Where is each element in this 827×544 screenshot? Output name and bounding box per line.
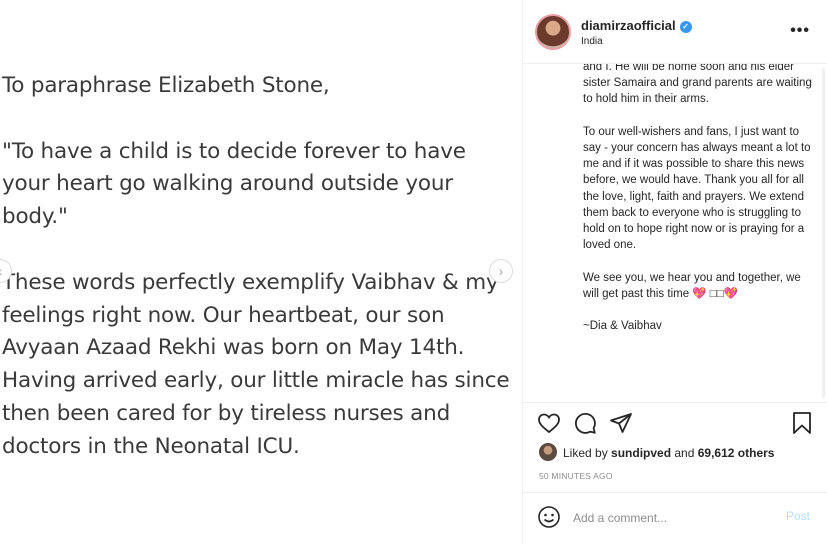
post-timestamp[interactable]: 50 MINUTES AGO [539,471,613,481]
username-text: diamirzaofficial [581,18,676,33]
chevron-left-icon: ‹ [0,264,2,278]
liker-username-link[interactable]: sundipved [611,446,671,460]
caption-scrollbar[interactable] [822,68,825,398]
comment-icon[interactable] [573,411,597,435]
more-options-icon[interactable]: ••• [790,22,810,40]
caption-area: and I. He will be home soon and his elde… [583,64,819,402]
post-comment-button[interactable]: Post [786,509,810,523]
likes-summary: Liked by sundipved and 69,612 others [563,446,774,460]
location-link[interactable]: India [581,36,603,47]
verified-badge-icon: ✓ [679,21,692,33]
bookmark-icon[interactable] [790,411,814,435]
post-text-paragraph: "To have a child is to decide forever to… [2,138,466,230]
likes-count-link[interactable]: 69,612 others [698,446,775,460]
avatar[interactable] [535,14,571,50]
post-image: To paraphrase Elizabeth Stone, "To have … [0,0,522,544]
post-sidebar: diamirzaofficial ✓ India ••• and I. He wi… [522,0,827,544]
chevron-right-icon: › [498,263,504,279]
post-header: diamirzaofficial ✓ India ••• [523,0,827,64]
liked-by-prefix: Liked by [563,446,612,460]
caption-paragraph: We see you, we hear you and together, we… [583,271,801,300]
liked-by-and: and [671,446,698,460]
next-image-button[interactable]: › [489,259,513,283]
post-image-text: To paraphrase Elizabeth Stone, "To have … [2,70,514,464]
caption-paragraph: and I. He will be home soon and his elde… [583,64,812,106]
liker-avatar[interactable] [539,443,557,461]
comment-bar: Post [523,492,827,544]
heart-icon[interactable] [537,411,561,435]
username-link[interactable]: diamirzaofficial ✓ [581,18,692,33]
post-text-paragraph: To paraphrase Elizabeth Stone, [2,73,330,98]
share-icon[interactable] [609,411,633,435]
emoji-icon[interactable] [537,505,561,529]
caption-paragraph: To our well-wishers and fans, I just wan… [583,125,811,252]
caption-paragraph: ~Dia & Vaibhav [583,320,662,333]
comment-input[interactable] [573,509,763,527]
post-text-paragraph: These words perfectly exemplify Vaibhav … [2,269,510,459]
